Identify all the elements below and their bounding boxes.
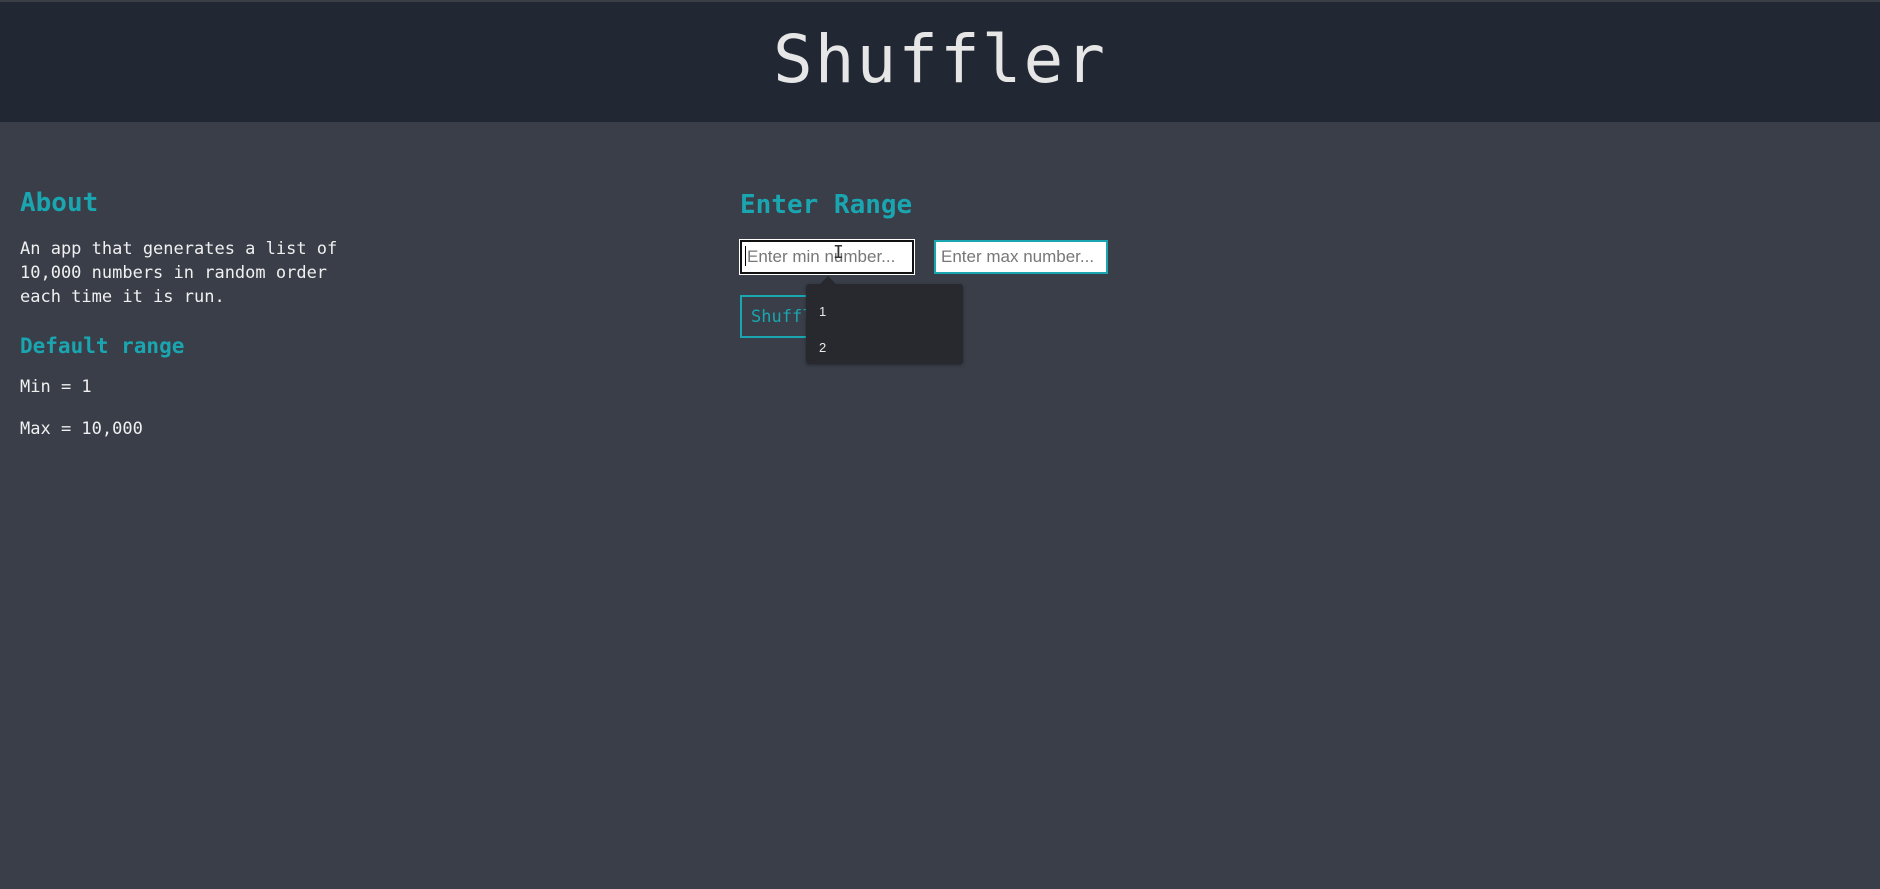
about-description: An app that generates a list of 10,000 n… <box>20 239 338 307</box>
autocomplete-option[interactable]: 1 <box>806 294 963 330</box>
range-inputs: I <box>739 239 1140 276</box>
default-range-heading: Default range <box>20 334 185 358</box>
range-section: Enter Range I Shuffle 1 2 <box>739 188 1108 364</box>
default-max-text: Max = 10,000 <box>20 419 143 439</box>
ibeam-cursor-icon: I <box>833 242 844 263</box>
min-number-input[interactable] <box>739 239 915 275</box>
app-title: Shuffler <box>773 20 1107 98</box>
default-min-text: Min = 1 <box>20 377 92 397</box>
autocomplete-dropdown: 1 2 <box>806 276 963 366</box>
about-heading: About <box>20 188 99 218</box>
text-caret <box>745 246 746 266</box>
autocomplete-option[interactable]: 2 <box>806 330 963 366</box>
range-heading: Enter Range <box>740 190 913 220</box>
max-number-input[interactable] <box>934 240 1108 274</box>
about-section: About An app that generates a list of 10… <box>20 184 420 441</box>
header-bar: Shuffler <box>0 0 1880 122</box>
